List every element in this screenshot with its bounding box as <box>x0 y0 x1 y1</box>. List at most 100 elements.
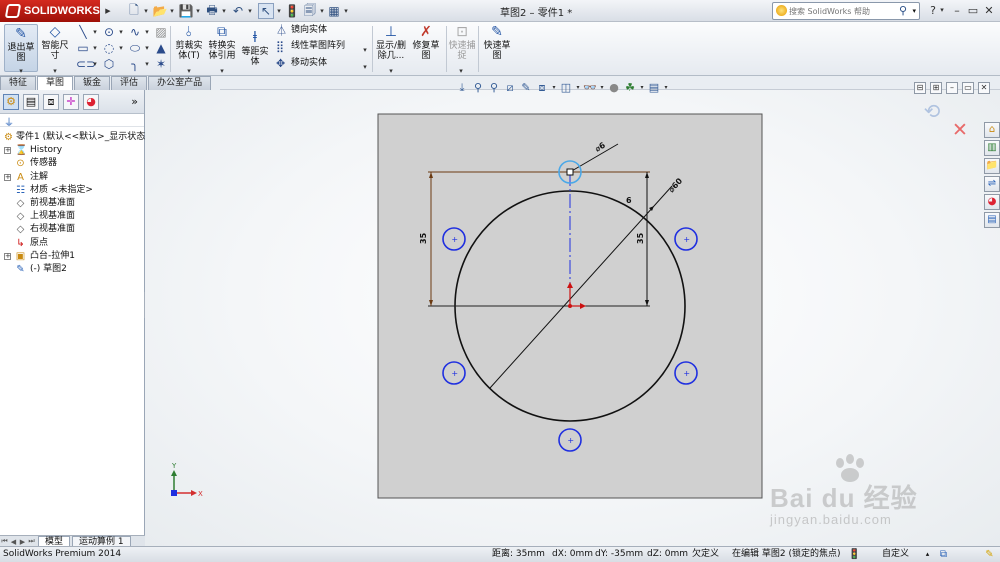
tree-item[interactable]: + A 注解 <box>0 171 144 184</box>
viewport-restore-icon[interactable]: ▭ <box>962 82 974 94</box>
edit-appearance-icon[interactable]: ● <box>607 81 621 95</box>
save-icon[interactable]: 💾 <box>178 3 194 19</box>
hole-center-mark[interactable]: + <box>451 235 458 244</box>
linear-pattern-button[interactable]: ⣿ 线性草图阵列 <box>276 41 345 53</box>
solidworks-resources-icon[interactable]: ⌂ <box>984 122 1000 138</box>
minimize-button[interactable]: – <box>950 3 964 17</box>
notification-icon[interactable]: ✎ <box>984 549 995 560</box>
tab-evaluate[interactable]: 评估 <box>111 76 148 90</box>
file-explorer-icon[interactable]: 📁 <box>984 158 1000 174</box>
convert-entities-button[interactable]: ⧉ 转换实 体引用 <box>206 24 238 61</box>
spline-tool-icon[interactable]: ∿ <box>128 25 142 39</box>
hole-center-mark[interactable]: + <box>567 436 574 445</box>
point-tool-icon[interactable]: ✶ <box>154 57 168 71</box>
chevron-down-icon[interactable]: ▾ <box>663 81 669 95</box>
repair-sketch-button[interactable]: ✗ 修复草 图 <box>410 24 442 61</box>
chevron-down-icon[interactable]: ▾ <box>142 3 150 19</box>
restore-button[interactable]: ▭ <box>966 3 980 17</box>
expand-toggle-icon[interactable]: + <box>4 252 11 260</box>
zoom-to-fit-icon[interactable]: ⤓ <box>455 81 469 95</box>
quick-snaps-button[interactable]: ⊡ 快速捕 捉 <box>448 24 476 61</box>
chevron-up-icon[interactable]: ▴ <box>922 549 933 560</box>
print-icon[interactable]: 🖶 <box>204 3 220 19</box>
chevron-down-icon[interactable]: ▾ <box>362 43 368 57</box>
help-search-input[interactable] <box>789 4 897 18</box>
dynamic-annotation-icon[interactable]: ✎ <box>519 81 533 95</box>
chevron-down-icon[interactable]: ▾ <box>362 60 368 74</box>
quick-tips-icon[interactable]: ⧉ <box>938 549 949 560</box>
chevron-down-icon[interactable]: ▾ <box>599 81 605 95</box>
chevron-down-icon[interactable]: ▾ <box>144 41 150 55</box>
mirror-entities-button[interactable]: ⏃ 镜向实体 <box>276 25 327 37</box>
open-folder-icon[interactable]: 📂 <box>152 3 168 19</box>
tree-item[interactable]: ◇ 上视基准面 <box>0 210 144 223</box>
move-entities-button[interactable]: ✥ 移动实体 <box>276 58 327 70</box>
chevron-down-icon[interactable]: ▾ <box>551 81 557 95</box>
close-button[interactable]: ✕ <box>982 3 996 17</box>
design-library-icon[interactable]: ▥ <box>984 140 1000 156</box>
new-document-icon[interactable]: 🗋 <box>126 3 142 19</box>
view-orientation-icon[interactable]: ⧈ <box>535 81 549 95</box>
fillet-tool-icon[interactable]: ╮ <box>128 57 142 71</box>
cancel-sketch-icon[interactable]: ✕ <box>950 120 970 140</box>
display-style-icon[interactable]: ◫ <box>559 81 573 95</box>
previous-view-icon[interactable]: ⚲ <box>487 81 501 95</box>
chevron-down-icon[interactable]: ▾ <box>342 3 350 19</box>
search-icon[interactable]: ⚲ <box>899 4 907 17</box>
selected-hole-center-point[interactable] <box>566 168 574 176</box>
display-manager-tab-icon[interactable]: ◕ <box>83 94 99 110</box>
file-properties-icon[interactable]: 🗐 <box>302 3 318 19</box>
polygon-tool-icon[interactable]: ⬡ <box>102 57 116 71</box>
next-tab-arrow-icon[interactable]: ▶ <box>18 538 27 546</box>
rebuild-icon[interactable]: 🚦 <box>284 3 300 19</box>
plane-tool-icon[interactable]: ▲ <box>154 41 168 55</box>
confirm-exit-sketch-icon[interactable]: ⟲ <box>918 98 946 124</box>
tab-sketch[interactable]: 草图 <box>37 76 74 90</box>
line-tool-icon[interactable]: ╲ <box>76 25 90 39</box>
help-search-box[interactable]: ⚲ ▾ <box>772 2 920 20</box>
tree-root-part[interactable]: ⚙ 零件1 (默认<<默认>_显示状态 <box>0 131 145 144</box>
tree-item[interactable]: ☷ 材质 <未指定> <box>0 184 144 197</box>
tree-item[interactable]: ◇ 右视基准面 <box>0 223 144 236</box>
chevron-down-icon[interactable]: ▾ <box>92 57 98 71</box>
undo-icon[interactable]: ↶ <box>230 3 246 19</box>
chevron-down-icon[interactable]: ▾ <box>575 81 581 95</box>
dimension-right-text[interactable]: 35 <box>636 232 645 244</box>
hole-center-mark[interactable]: + <box>683 369 690 378</box>
tree-item[interactable]: ✎ (-) 草图2 <box>0 263 144 276</box>
chevron-down-icon[interactable]: ▾ <box>639 81 645 95</box>
view-settings-icon[interactable]: ▤ <box>647 81 661 95</box>
hole-center-mark[interactable]: + <box>683 235 690 244</box>
first-tab-arrow-icon[interactable]: ⏮ <box>0 537 9 546</box>
hide-show-items-icon[interactable]: 👓 <box>583 81 597 95</box>
appearances-icon[interactable]: ◕ <box>984 194 1000 210</box>
solidworks-logo[interactable]: SOLIDWORKS <box>0 0 100 22</box>
offset-entities-button[interactable]: ⱡ 等距实 体 <box>240 30 270 67</box>
display-delete-relations-button[interactable]: ⊥ 显示/删 除几... <box>376 24 406 61</box>
chevron-down-icon[interactable]: ▾ <box>92 25 98 39</box>
menu-arrow-icon[interactable]: ▶ <box>104 3 112 19</box>
apply-scene-icon[interactable]: ☘ <box>623 81 637 95</box>
expand-panel-icon[interactable]: » <box>131 95 138 108</box>
chevron-down-icon[interactable]: ▾ <box>912 7 916 15</box>
rapid-sketch-button[interactable]: ✎ 快速草 图 <box>482 24 512 61</box>
arc-tool-icon[interactable]: ◌ <box>102 41 116 55</box>
viewport-minimize-icon[interactable]: – <box>946 82 958 94</box>
chevron-down-icon[interactable]: ▾ <box>168 3 176 19</box>
rebuild-status-icon[interactable]: 🚦 <box>848 549 860 560</box>
zoom-area-icon[interactable]: ⚲ <box>471 81 485 95</box>
tree-item[interactable]: + ▣ 凸台-拉伸1 <box>0 250 144 263</box>
origin-point[interactable] <box>568 304 572 308</box>
dimxpert-tab-icon[interactable]: ✛ <box>63 94 79 110</box>
tab-features[interactable]: 特征 <box>0 76 37 90</box>
chevron-down-icon[interactable]: ▾ <box>220 3 228 19</box>
status-units[interactable]: 自定义 <box>882 547 909 562</box>
view-palette-icon[interactable]: ⇌ <box>984 176 1000 192</box>
hole-center-mark[interactable]: + <box>451 369 458 378</box>
chevron-down-icon[interactable]: ▾ <box>144 25 150 39</box>
chevron-down-icon[interactable]: ▾ <box>318 3 326 19</box>
chevron-down-icon[interactable]: ▾ <box>92 41 98 55</box>
tree-item[interactable]: ⊙ 传感器 <box>0 157 144 170</box>
tree-item[interactable]: + ⌛ History <box>0 144 144 157</box>
slot-tool-icon[interactable]: ⊂⊃ <box>76 57 96 71</box>
